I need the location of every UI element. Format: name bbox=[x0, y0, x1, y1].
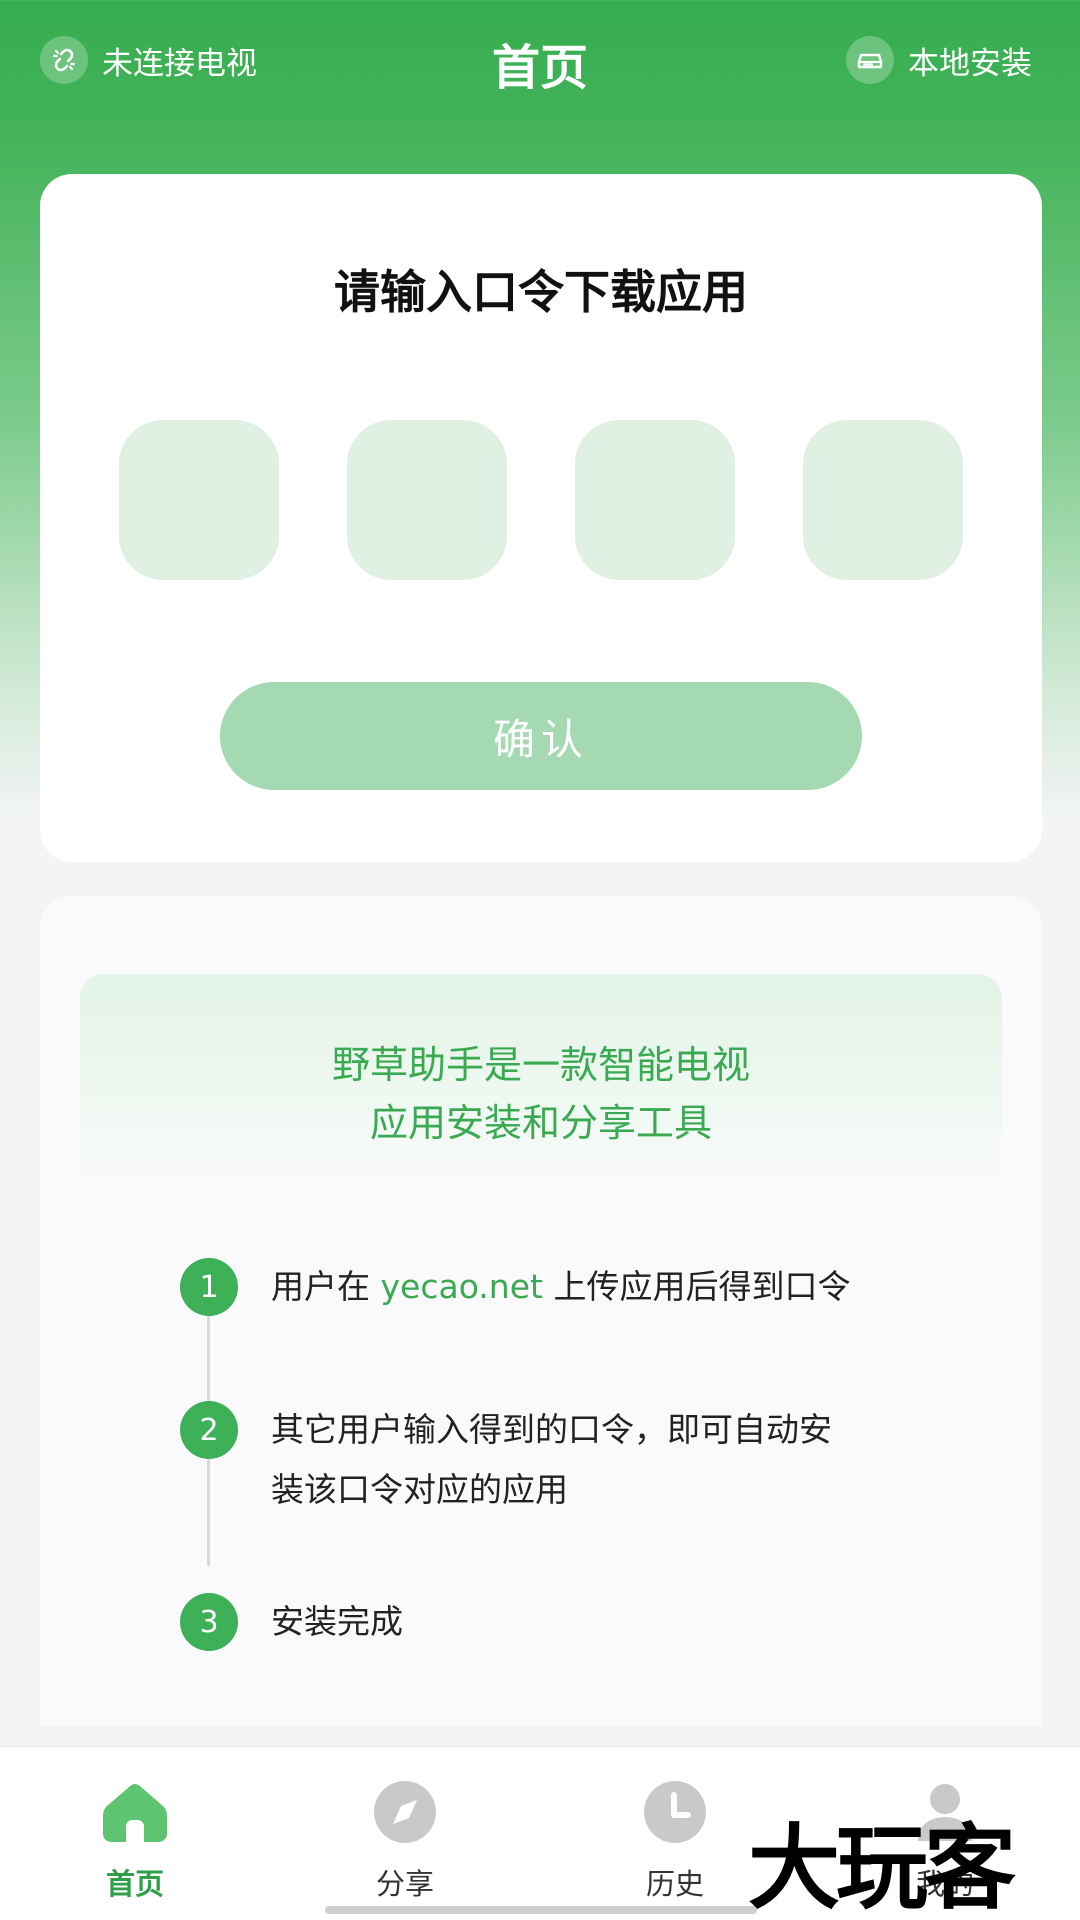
clock-icon bbox=[640, 1777, 710, 1847]
tab-history[interactable]: 历史 bbox=[595, 1777, 755, 1907]
watermark-logo: 大玩客 bbox=[748, 1813, 1016, 1920]
step-1-text-before: 用户在 bbox=[271, 1267, 381, 1306]
code-entry-card: 请输入口令下载应用 确认 bbox=[40, 174, 1042, 862]
home-icon bbox=[100, 1777, 170, 1847]
confirm-button[interactable]: 确认 bbox=[220, 682, 862, 790]
intro-banner: 野草助手是一款智能电视 应用安装和分享工具 bbox=[80, 974, 1002, 1186]
yecao-link[interactable]: yecao.net bbox=[381, 1267, 543, 1306]
step-1-text-after: 上传应用后得到口令 bbox=[542, 1267, 851, 1306]
hard-drive-icon bbox=[846, 36, 894, 84]
code-slot-4[interactable] bbox=[803, 420, 963, 580]
step-3-text: 安装完成 bbox=[271, 1602, 403, 1641]
step-number-1: 1 bbox=[180, 1258, 238, 1316]
step-2-line-2: 装该口令对应的应用 bbox=[271, 1470, 568, 1509]
code-entry-title: 请输入口令下载应用 bbox=[334, 265, 748, 319]
intro-banner-text: 野草助手是一款智能电视 应用安装和分享工具 bbox=[80, 1036, 1002, 1152]
code-slot-3[interactable] bbox=[575, 420, 735, 580]
tab-share-label: 分享 bbox=[375, 1867, 434, 1901]
tab-share[interactable]: 分享 bbox=[325, 1777, 485, 1907]
tab-history-label: 历史 bbox=[645, 1867, 704, 1901]
intro-card: 野草助手是一款智能电视 应用安装和分享工具 1 用户在 yecao.net 上传… bbox=[40, 896, 1042, 1726]
tab-home-label: 首页 bbox=[105, 1867, 164, 1901]
step-2-text: 其它用户输入得到的口令，即可自动安 装该口令对应的应用 bbox=[271, 1400, 971, 1520]
local-install-button[interactable]: 本地安装 bbox=[846, 32, 1032, 88]
banner-line-1: 野草助手是一款智能电视 bbox=[331, 1043, 750, 1087]
code-slot-1[interactable] bbox=[119, 420, 279, 580]
banner-line-2: 应用安装和分享工具 bbox=[369, 1101, 712, 1145]
step-number-3: 3 bbox=[180, 1593, 238, 1651]
tab-home[interactable]: 首页 bbox=[55, 1777, 215, 1907]
step-number-2: 2 bbox=[180, 1401, 238, 1459]
home-indicator[interactable] bbox=[325, 1906, 757, 1914]
step-2-line-1: 其它用户输入得到的口令，即可自动安 bbox=[271, 1410, 832, 1449]
code-slot-2[interactable] bbox=[347, 420, 507, 580]
step-1-text: 用户在 yecao.net 上传应用后得到口令 bbox=[271, 1257, 971, 1317]
header-bar: 未连接电视 首页 本地安装 bbox=[0, 0, 1080, 130]
compass-icon bbox=[370, 1777, 440, 1847]
local-install-label: 本地安装 bbox=[908, 45, 1032, 82]
